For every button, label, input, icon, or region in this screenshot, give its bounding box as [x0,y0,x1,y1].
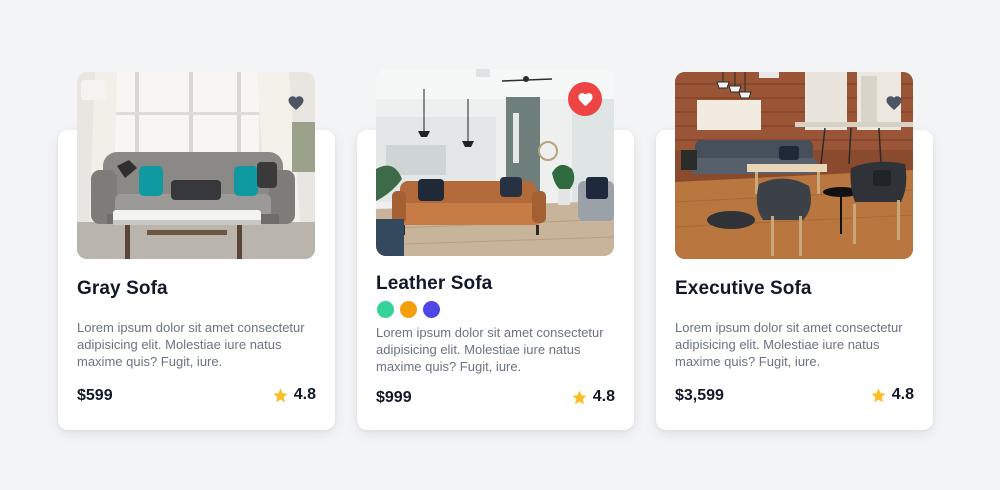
product-image [77,72,315,259]
product-rating: 4.8 [272,386,316,404]
star-icon [572,389,587,404]
product-rating: 4.8 [571,388,615,406]
product-price: $599 [77,387,113,404]
product-title: Leather Sofa [376,273,493,294]
rating-value: 4.8 [293,386,316,403]
product-card-executive-sofa[interactable]: Executive Sofa Lorem ipsum dolor sit ame… [656,72,933,430]
product-rating: 4.8 [870,386,914,404]
favorite-heart-icon[interactable] [287,94,305,112]
color-swatch-orange[interactable] [400,301,417,318]
product-price: $999 [376,389,412,406]
star-icon [871,387,886,402]
product-title: Executive Sofa [675,278,812,299]
color-options [377,301,440,318]
heart-icon [577,92,593,106]
rating-value: 4.8 [592,388,615,405]
star-icon [273,387,288,402]
product-description: Lorem ipsum dolor sit amet consectetur a… [376,325,604,374]
color-swatch-green[interactable] [377,301,394,318]
rating-value: 4.8 [891,386,914,403]
product-image [675,72,913,259]
product-title: Gray Sofa [77,278,168,299]
product-card-leather-sofa[interactable]: Leather Sofa Lorem ipsum dolor sit amet … [357,69,634,430]
color-swatch-indigo[interactable] [423,301,440,318]
product-price: $3,599 [675,387,724,404]
product-image [376,69,614,256]
product-card-gray-sofa[interactable]: Gray Sofa Lorem ipsum dolor sit amet con… [58,72,335,430]
product-description: Lorem ipsum dolor sit amet consectetur a… [675,320,903,369]
product-description: Lorem ipsum dolor sit amet consectetur a… [77,320,305,369]
favorite-heart-icon[interactable] [885,94,903,112]
favorite-button[interactable] [568,82,602,116]
